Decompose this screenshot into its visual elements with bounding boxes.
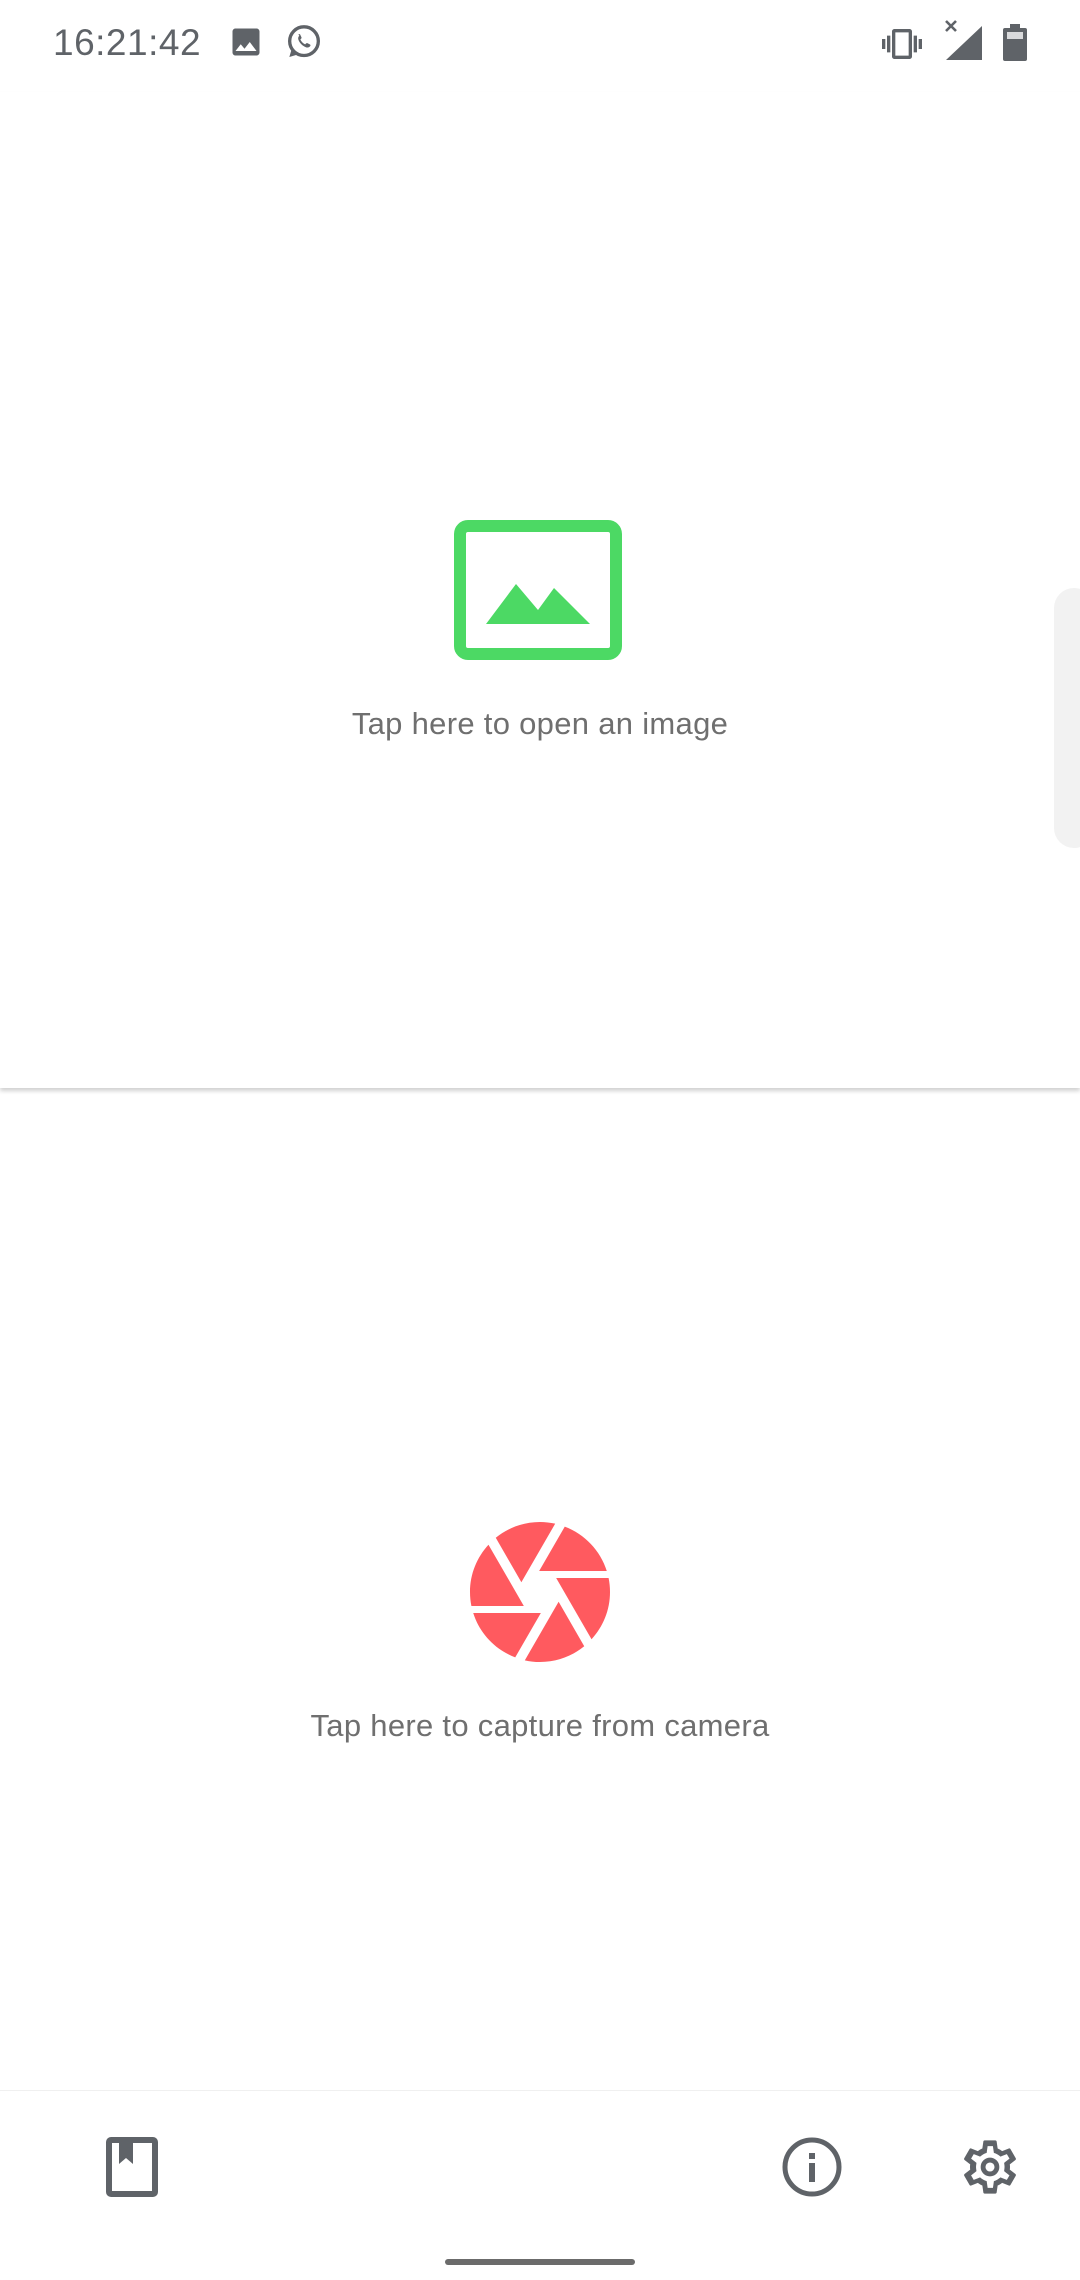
settings-icon [958, 2135, 1022, 2204]
gallery-icon [228, 24, 264, 60]
open-image-area[interactable]: Tap here to open an image [0, 92, 1080, 1088]
image-icon [454, 520, 622, 660]
status-time: 16:21:42 [53, 22, 202, 63]
open-image-label: Tap here to open an image [351, 706, 729, 741]
vibrate-icon [882, 24, 922, 64]
capture-camera-area[interactable]: Tap here to capture from camera [0, 1088, 1080, 2090]
gesture-navigation-bar[interactable] [445, 2259, 635, 2265]
status-bar: 16:21:42 [0, 0, 1080, 92]
whatsapp-icon [284, 22, 324, 62]
battery-icon [1002, 24, 1028, 62]
signal-no-service-icon [942, 18, 984, 62]
capture-camera-label: Tap here to capture from camera [310, 1708, 770, 1743]
settings-button[interactable] [950, 2129, 1030, 2209]
camera-shutter-icon [456, 1508, 624, 1676]
bottom-toolbar [0, 2090, 1080, 2280]
screen: 16:21:42 Tap here to open an image Tap h… [0, 0, 1080, 2280]
info-button[interactable] [772, 2129, 852, 2209]
bookmarks-icon [105, 2136, 159, 2203]
edge-panel-handle[interactable] [1054, 588, 1080, 848]
info-icon [781, 2136, 843, 2203]
bookmarks-button[interactable] [92, 2129, 172, 2209]
